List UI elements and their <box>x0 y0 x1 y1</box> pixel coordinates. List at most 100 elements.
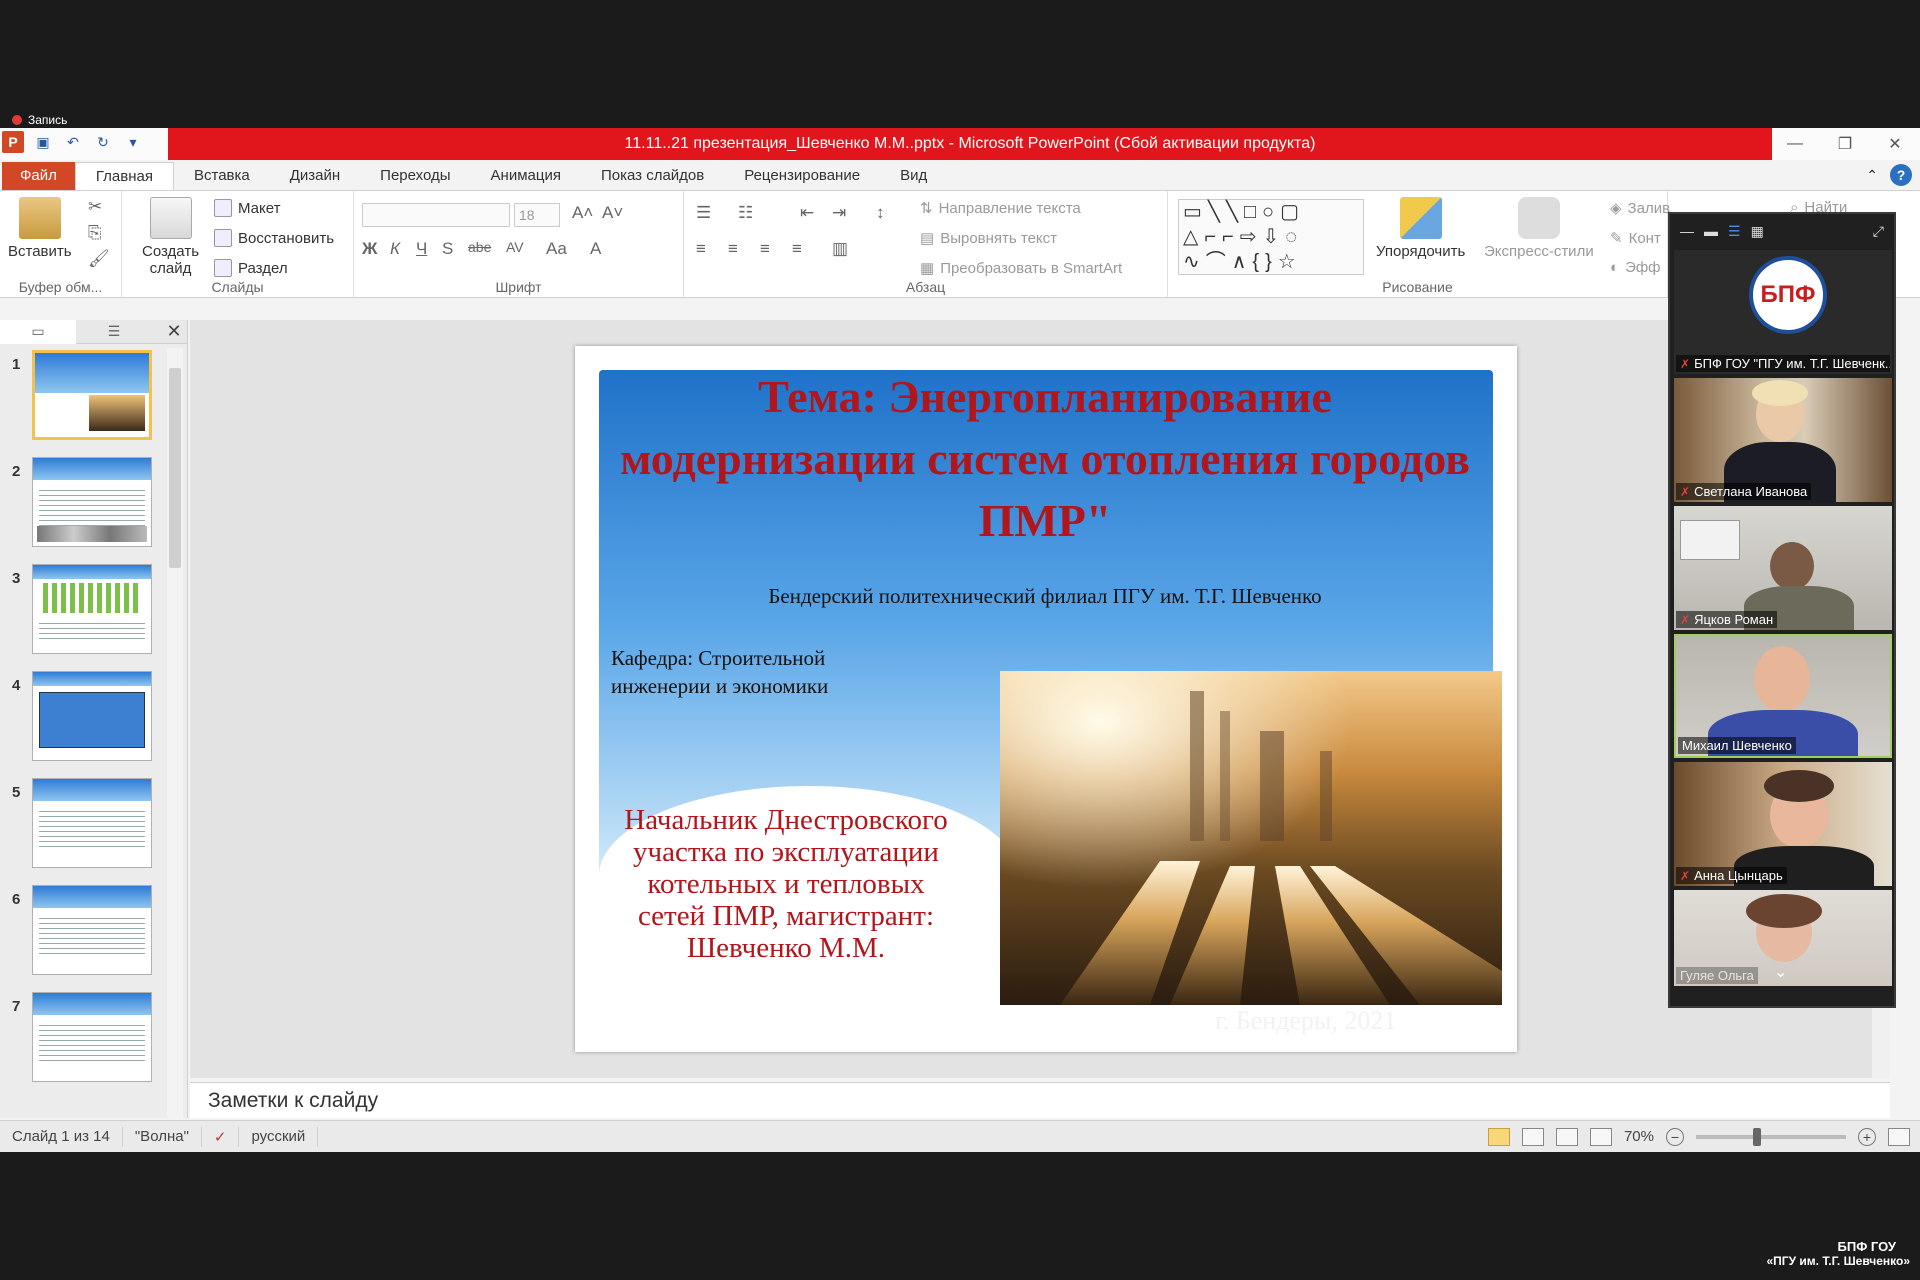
align-text-button[interactable]: ▤ Выровнять текст <box>920 229 1057 248</box>
normal-view-icon[interactable] <box>1487 1127 1510 1146</box>
save-icon[interactable]: ▣ <box>32 131 54 153</box>
notes-placeholder[interactable]: Заметки к слайду <box>208 1089 378 1113</box>
participant-tile[interactable]: ✗ Яцков Роман <box>1674 506 1892 630</box>
bold-button[interactable]: Ж <box>362 239 377 259</box>
reading-view-icon[interactable] <box>1555 1127 1578 1146</box>
char-spacing-button[interactable]: AV <box>506 239 524 255</box>
text-direction-button[interactable]: ⇅ Направление текста <box>920 199 1081 218</box>
format-painter-icon[interactable]: 🖌 <box>88 249 110 269</box>
tab-animations[interactable]: Анимация <box>471 162 581 190</box>
outline-tab-icon[interactable]: ☰ <box>76 320 152 344</box>
participant-tile[interactable]: ✗ Анна Цынцарь <box>1674 762 1892 886</box>
slide-author[interactable]: Начальник Днестровского участка по экспл… <box>611 804 961 964</box>
slide-thumbnail[interactable] <box>32 778 152 868</box>
gallery-view-icon[interactable]: ▦ <box>1751 223 1764 240</box>
thumbnail-row[interactable]: 1 <box>0 348 166 455</box>
slide-thumbnail[interactable] <box>32 350 152 440</box>
bullets-icon[interactable]: ☰ <box>696 203 711 223</box>
arrange-button[interactable]: Упорядочить <box>1376 197 1465 260</box>
decrease-indent-icon[interactable]: ⇤ <box>800 203 814 223</box>
paste-button[interactable]: Вставить <box>8 197 72 260</box>
exit-fullscreen-icon[interactable]: ⤢ <box>1873 223 1884 240</box>
change-case-button[interactable]: Aa <box>546 239 567 259</box>
thumbnail-row[interactable]: 2 <box>0 455 166 562</box>
participant-tile[interactable]: ✗ Светлана Иванова <box>1674 378 1892 502</box>
quick-styles-button[interactable]: Экспресс-стили <box>1484 197 1594 260</box>
language[interactable]: русский <box>239 1126 319 1147</box>
fit-to-window-icon[interactable] <box>1888 1127 1910 1146</box>
restore-button[interactable]: ❐ <box>1820 128 1870 160</box>
minimize-button[interactable]: — <box>1770 128 1820 160</box>
font-color-button[interactable]: A <box>590 239 601 259</box>
thumbnail-scrollbar[interactable] <box>167 348 183 1118</box>
thumbnail-row[interactable]: 4 <box>0 669 166 776</box>
zoom-slider[interactable] <box>1696 1127 1846 1146</box>
minimize-video-icon[interactable]: — <box>1680 223 1694 239</box>
layout-button[interactable]: Макет <box>214 199 280 217</box>
customize-toolbar-icon[interactable]: ▾ <box>122 131 144 153</box>
shapes-gallery[interactable]: ▭╲╲□○▢ △⌐⌐⇨⇩◌ ∿⌒∧{}☆ <box>1178 199 1364 275</box>
zoom-slider-knob[interactable] <box>1753 1127 1761 1146</box>
current-slide[interactable]: Тема: Энергопланирование модернизации си… <box>575 346 1517 1052</box>
tab-transitions[interactable]: Переходы <box>360 162 470 190</box>
cut-icon[interactable]: ✂ <box>88 197 102 217</box>
tab-slideshow[interactable]: Показ слайдов <box>581 162 724 190</box>
strip-view-icon[interactable]: ☰ <box>1728 223 1741 240</box>
pipeline-image[interactable] <box>1000 671 1502 1005</box>
tab-insert[interactable]: Вставка <box>174 162 270 190</box>
tab-design[interactable]: Дизайн <box>270 162 360 190</box>
shape-outline-button[interactable]: ✎ Конт <box>1610 229 1661 248</box>
thumbnail-row[interactable]: 7 <box>0 990 166 1097</box>
spellcheck-icon[interactable]: ✓ <box>202 1126 240 1147</box>
close-panel-icon[interactable]: ✕ <box>161 321 187 342</box>
underline-button[interactable]: Ч <box>416 239 427 259</box>
thumbnail-row[interactable]: 5 <box>0 776 166 883</box>
thumbnail-row[interactable]: 6 <box>0 883 166 990</box>
tab-file[interactable]: Файл <box>2 162 75 190</box>
zoom-level[interactable]: 70% <box>1624 1128 1654 1145</box>
undo-icon[interactable]: ↶ <box>62 131 84 153</box>
grow-font-icon[interactable]: A˄ <box>572 203 593 223</box>
notes-pane[interactable]: Заметки к слайду <box>190 1082 1890 1118</box>
tab-view[interactable]: Вид <box>880 162 947 190</box>
chevron-down-icon[interactable]: ⌄ <box>1774 962 1787 982</box>
font-size-select[interactable]: 18 <box>514 203 560 227</box>
thumbnail-row[interactable]: 3 <box>0 562 166 669</box>
slide-subtitle[interactable]: Бендерский политехнический филиал ПГУ им… <box>615 584 1475 609</box>
reset-button[interactable]: Восстановить <box>214 229 334 247</box>
slide-city-year[interactable]: г. Бендеры, 2021 <box>1215 1006 1396 1036</box>
increase-indent-icon[interactable]: ⇥ <box>832 203 846 223</box>
italic-button[interactable]: К <box>390 239 400 259</box>
section-button[interactable]: Раздел <box>214 259 288 277</box>
slide-thumbnail[interactable] <box>32 992 152 1082</box>
slide-sorter-icon[interactable] <box>1521 1127 1544 1146</box>
tab-review[interactable]: Рецензирование <box>724 162 880 190</box>
copy-icon[interactable]: ⎘ <box>88 223 102 243</box>
shape-effects-button[interactable]: ◐ Эфф <box>1610 259 1661 276</box>
align-left-icon[interactable]: ≡ <box>696 239 706 259</box>
zoom-out-icon[interactable]: − <box>1666 1127 1684 1146</box>
align-center-icon[interactable]: ≡ <box>728 239 738 259</box>
align-right-icon[interactable]: ≡ <box>760 239 770 259</box>
smartart-button[interactable]: ▦ Преобразовать в SmartArt <box>920 259 1122 278</box>
slide-thumbnail[interactable] <box>32 457 152 547</box>
shrink-font-icon[interactable]: A˅ <box>602 203 623 223</box>
slide-thumbnail[interactable] <box>32 564 152 654</box>
speaker-view-icon[interactable]: ▬ <box>1704 223 1718 239</box>
help-icon[interactable]: ? <box>1890 164 1912 186</box>
participant-tile[interactable]: Гуляе Ольга ⌄ <box>1674 890 1892 986</box>
shadow-button[interactable]: S <box>442 239 453 259</box>
columns-icon[interactable]: ▥ <box>832 239 848 259</box>
strikethrough-button[interactable]: abe <box>468 239 491 255</box>
font-name-select[interactable] <box>362 203 510 227</box>
close-button[interactable]: ✕ <box>1870 128 1920 160</box>
zoom-in-icon[interactable]: + <box>1858 1127 1876 1146</box>
powerpoint-logo-icon[interactable]: P <box>2 131 24 153</box>
scrollbar-thumb[interactable] <box>169 368 181 568</box>
shape-fill-button[interactable]: ◈ Залив <box>1610 199 1670 218</box>
slide-thumbnail[interactable] <box>32 671 152 761</box>
slideshow-view-icon[interactable] <box>1589 1127 1612 1146</box>
slides-tab-icon[interactable]: ▭ <box>0 319 76 344</box>
justify-icon[interactable]: ≡ <box>792 239 802 259</box>
tab-home[interactable]: Главная <box>74 162 174 190</box>
